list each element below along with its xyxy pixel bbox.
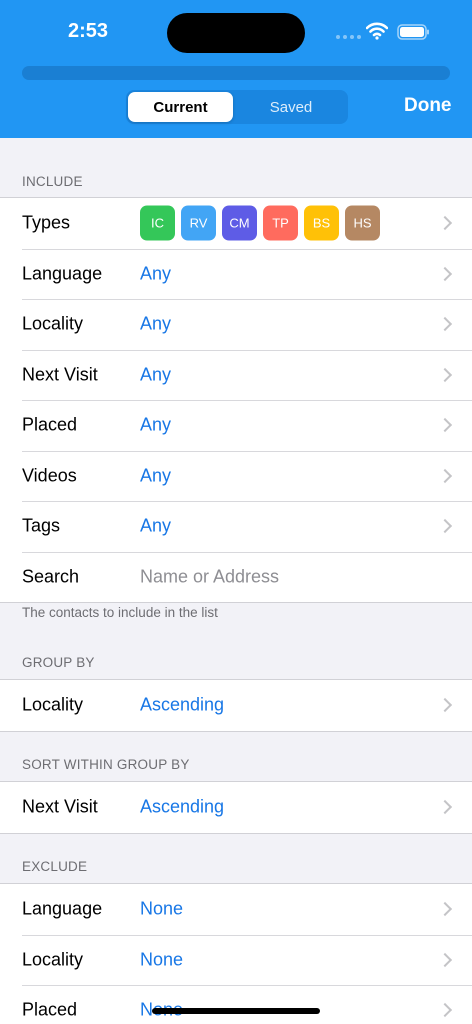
include-tags-row[interactable]: Tags Any (0, 501, 472, 552)
type-chip-tp: TP (263, 205, 298, 241)
row-value: Any (140, 465, 172, 486)
include-group: Types IC RV CM TP BS HS Language Any Loc… (0, 197, 472, 603)
row-value: None (140, 949, 184, 970)
chevron-right-icon (437, 317, 453, 332)
sort-next-visit-row[interactable]: Next Visit Ascending (0, 782, 472, 833)
include-locality-row[interactable]: Locality Any (0, 299, 472, 350)
group-by-header: GROUP BY (22, 655, 95, 670)
sort-within-group: Next Visit Ascending (0, 781, 472, 834)
include-next-visit-row[interactable]: Next Visit Any (0, 349, 472, 401)
include-placed-row[interactable]: Placed Any (0, 400, 472, 451)
type-chip-bs: BS (304, 205, 339, 241)
type-chip-ic: IC (140, 205, 175, 241)
row-label: Placed (22, 999, 78, 1020)
types-row[interactable]: Types IC RV CM TP BS HS (0, 198, 472, 249)
chevron-right-icon (437, 367, 453, 382)
row-value: Any (140, 515, 172, 536)
exclude-header: EXCLUDE (22, 859, 88, 874)
type-chips: IC RV CM TP BS HS (140, 205, 380, 241)
chevron-right-icon (437, 468, 453, 483)
type-chip-cm: CM (222, 205, 257, 241)
group-by-group: Locality Ascending (0, 679, 472, 732)
cellular-signal-icon (336, 35, 361, 39)
type-chip-hs: HS (345, 205, 380, 241)
chevron-right-icon (437, 519, 453, 534)
row-label: Next Visit (22, 364, 98, 385)
row-value: None (140, 898, 184, 919)
row-value: Any (140, 414, 172, 435)
row-value: Any (140, 263, 172, 284)
chevron-right-icon (437, 698, 453, 713)
include-videos-row[interactable]: Videos Any (0, 450, 472, 502)
segmented-control: Current Saved (126, 90, 348, 124)
dynamic-island (167, 13, 305, 53)
search-input[interactable]: Name or Address (140, 566, 279, 587)
chevron-right-icon (437, 952, 453, 967)
segment-current[interactable]: Current (128, 92, 233, 122)
exclude-group: Language None Locality None Placed None (0, 883, 472, 1024)
nav-header: 2:53 Current Saved Done (0, 0, 472, 138)
row-value: Any (140, 313, 172, 334)
battery-icon (397, 24, 429, 40)
include-language-row[interactable]: Language Any (0, 248, 472, 300)
chevron-right-icon (437, 902, 453, 917)
row-label: Tags (22, 515, 61, 536)
wifi-icon (366, 22, 388, 40)
search-row: Search Name or Address (0, 551, 472, 603)
row-label: Language (22, 898, 103, 919)
sheet-background-edge (22, 66, 450, 80)
chevron-right-icon (437, 266, 453, 281)
row-value: Ascending (140, 796, 225, 817)
include-header: INCLUDE (22, 174, 83, 189)
exclude-placed-row[interactable]: Placed None (0, 985, 472, 1024)
chevron-right-icon (437, 1003, 453, 1018)
row-label: Next Visit (22, 796, 98, 817)
row-label: Videos (22, 465, 77, 486)
segment-saved[interactable]: Saved (241, 92, 341, 122)
home-indicator (152, 1008, 320, 1014)
row-label: Language (22, 263, 103, 284)
chevron-right-icon (437, 800, 453, 815)
search-label: Search (22, 566, 80, 587)
group-by-locality-row[interactable]: Locality Ascending (0, 680, 472, 731)
row-label: Locality (22, 313, 84, 334)
done-button[interactable]: Done (404, 95, 452, 117)
row-value: Ascending (140, 694, 225, 715)
types-label: Types (22, 212, 71, 233)
chevron-right-icon (437, 216, 453, 231)
row-label: Placed (22, 414, 78, 435)
chevron-right-icon (437, 418, 453, 433)
row-label: Locality (22, 949, 84, 970)
row-label: Locality (22, 694, 84, 715)
status-time: 2:53 (68, 20, 109, 42)
sort-within-header: SORT WITHIN GROUP BY (22, 757, 190, 772)
exclude-locality-row[interactable]: Locality None (0, 934, 472, 986)
type-chip-rv: RV (181, 205, 216, 241)
row-value: Any (140, 364, 172, 385)
include-footer: The contacts to include in the list (22, 605, 218, 620)
exclude-language-row[interactable]: Language None (0, 884, 472, 935)
